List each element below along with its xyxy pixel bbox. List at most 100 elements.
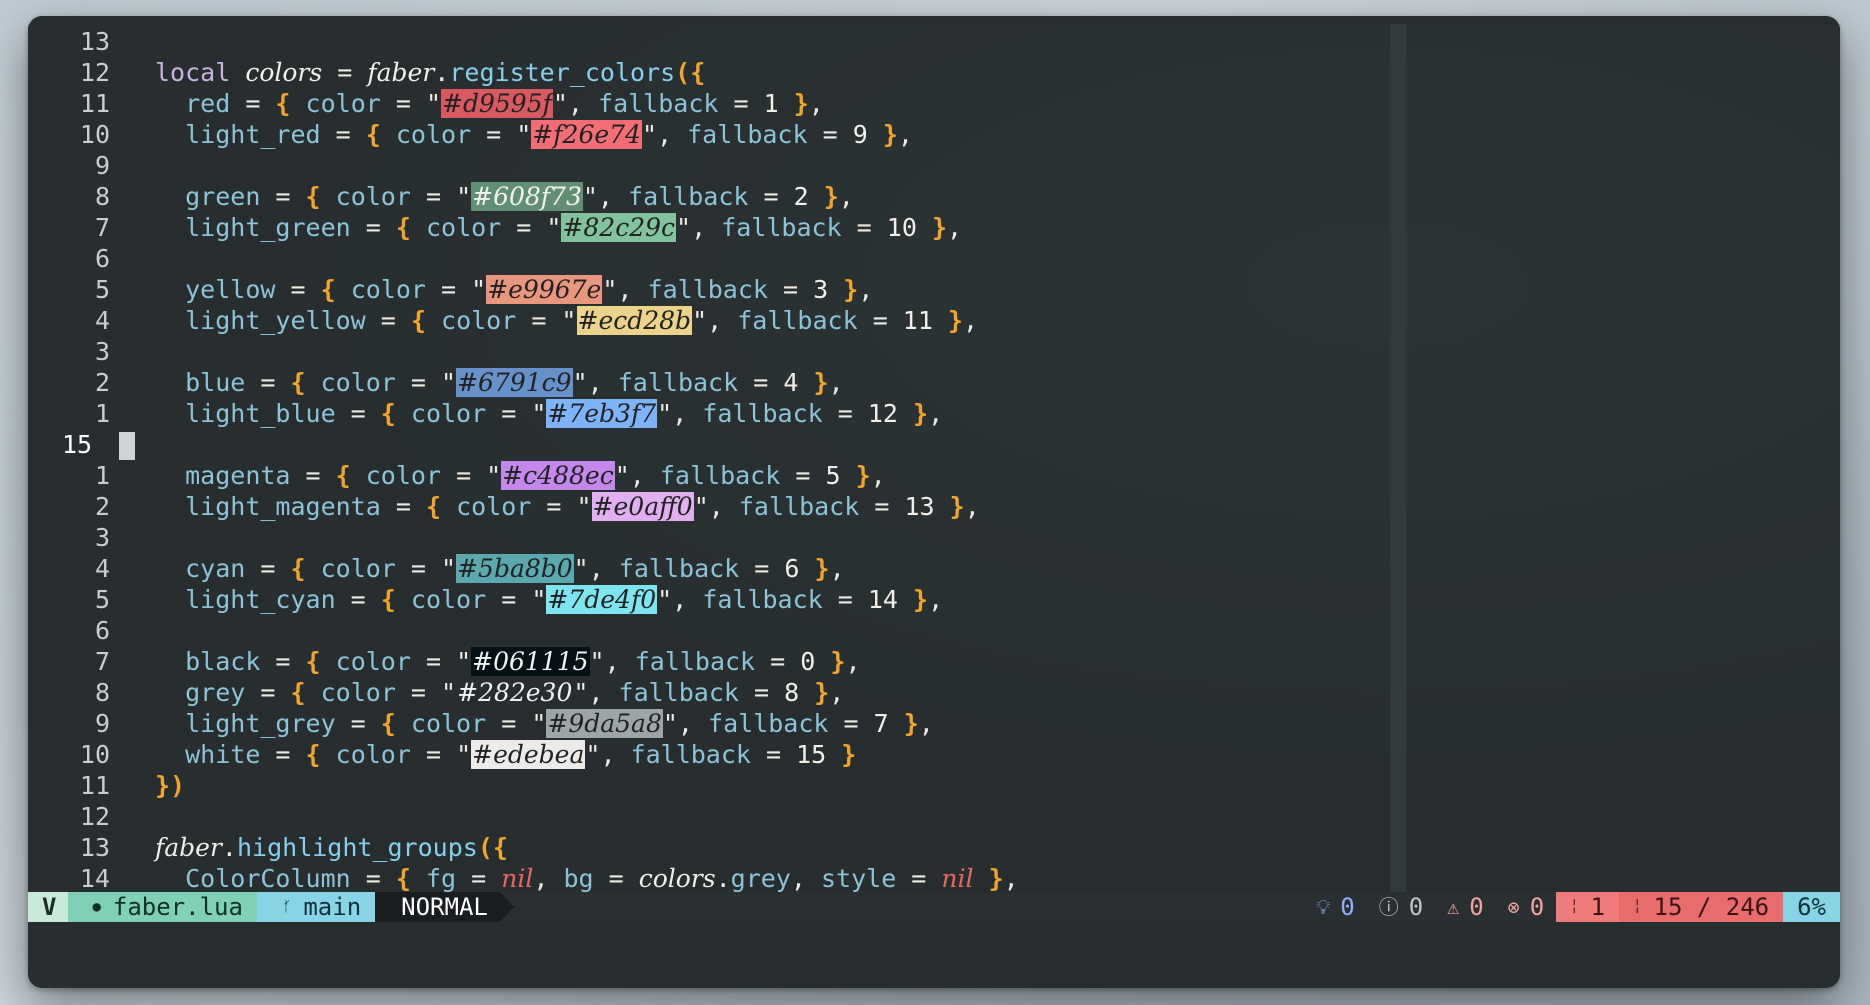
code-line[interactable]: 13 faber.highlight_groups({ — [28, 832, 1388, 863]
code-token: } — [830, 647, 846, 676]
code-token: ", — [614, 461, 660, 490]
code-token: = — [857, 306, 903, 335]
code-token: style — [820, 864, 897, 892]
code-token: fallback — [702, 585, 823, 614]
code-token: = — [750, 740, 797, 769]
code-line[interactable]: 2 light_magenta = { color = "#e0aff0", f… — [28, 491, 1388, 522]
code-token: grey — [185, 678, 246, 707]
code-token: fallback — [708, 709, 829, 738]
code-token: 6 — [784, 554, 800, 583]
code-line[interactable]: 7 light_green = { color = "#82c29c", fal… — [28, 212, 1388, 243]
code-line[interactable]: 10 light_red = { color = "#f26e74", fall… — [28, 119, 1388, 150]
code-token: 15 — [796, 740, 827, 769]
code-line[interactable]: 9 light_grey = { color = "#9da5a8", fall… — [28, 708, 1388, 739]
code-token: { — [380, 709, 396, 738]
code-editor[interactable]: 13 12 local colors = faber.register_colors… — [28, 24, 1840, 892]
code-line[interactable]: 14 ColorColumn = { fg = nil, bg = colors… — [28, 863, 1388, 892]
code-token: } — [855, 461, 871, 490]
code-token: } — [988, 864, 1004, 892]
code-line[interactable]: 9 — [28, 150, 1388, 181]
code-line[interactable]: 4 cyan = { color = "#5ba8b0", fallback =… — [28, 553, 1388, 584]
code-line[interactable]: 6 — [28, 615, 1388, 646]
mode-indicator: V — [28, 892, 69, 922]
code-token: fallback — [630, 740, 751, 769]
code-token: { — [335, 461, 351, 490]
scroll-percent: 6% — [1797, 893, 1826, 921]
code-token: color — [456, 492, 532, 521]
code-token: } — [813, 368, 829, 397]
hint-count: 0 — [1340, 893, 1355, 921]
line-number: 12 — [79, 802, 110, 831]
code-text: light_grey = { color = "#9da5a8", fallba… — [110, 708, 934, 739]
code-token: fallback — [634, 647, 756, 676]
code-line[interactable]: 3 — [28, 336, 1388, 367]
code-line[interactable]: 8 green = { color = "#608f73", fallback … — [28, 181, 1388, 212]
code-line[interactable]: 7 black = { color = "#061115", fallback … — [28, 646, 1388, 677]
code-token: , — [964, 492, 980, 521]
code-token: bg — [563, 864, 594, 892]
code-token: fallback — [737, 306, 858, 335]
line-number: 11 — [79, 771, 110, 800]
code-line[interactable]: 13 — [28, 26, 1388, 57]
code-line[interactable]: 11 red = { color = "#d9595f", fallback =… — [28, 88, 1388, 119]
code-token: light_red — [185, 120, 321, 149]
code-token: = — [335, 585, 381, 614]
code-token: = — [245, 678, 291, 707]
branch-segment[interactable]: ᚶ main — [256, 892, 376, 922]
code-token: = " — [501, 213, 562, 242]
code-token: blue — [185, 368, 246, 397]
line-number: 6 — [94, 244, 110, 273]
current-line[interactable]: 15 — [28, 429, 1388, 460]
diagnostic-warnings[interactable]: ⚠ 0 — [1435, 892, 1496, 922]
code-line[interactable]: 10 white = { color = "#edebea", fallback… — [28, 739, 1388, 770]
code-token: , — [928, 399, 944, 428]
code-line[interactable]: 5 light_cyan = { color = "#7de4f0", fall… — [28, 584, 1388, 615]
code-token: 9 — [852, 120, 868, 149]
code-token: = — [320, 120, 366, 149]
code-line[interactable]: 12 local colors = faber.register_colors({ — [28, 57, 1388, 88]
code-line[interactable]: 1 light_blue = { color = "#7eb3f7", fall… — [28, 398, 1388, 429]
code-text: light_yellow = { color = "#ecd28b", fall… — [110, 305, 978, 336]
code-token: } — [882, 120, 898, 149]
code-text: faber.highlight_groups({ — [110, 832, 508, 863]
code-line[interactable]: 8 grey = { color = "#282e30", fallback =… — [28, 677, 1388, 708]
diagnostic-hints[interactable]: 💡︎ 0 — [1304, 892, 1366, 922]
code-token: = — [335, 399, 381, 428]
code-line[interactable]: 3 — [28, 522, 1388, 553]
diagnostic-info[interactable]: ⓘ 0 — [1367, 892, 1435, 922]
code-token: fallback — [618, 678, 739, 707]
color-swatch: #82c29c — [561, 213, 677, 242]
mode-glyph: V — [42, 893, 57, 921]
file-segment[interactable]: ● faber.lua — [68, 892, 257, 922]
color-swatch: #c488ec — [501, 461, 615, 490]
code-line[interactable]: 2 blue = { color = "#6791c9", fallback =… — [28, 367, 1388, 398]
color-column — [1390, 24, 1406, 892]
line-position: 15 / 246 — [1653, 893, 1770, 921]
code-token: 3 — [813, 275, 829, 304]
code-token: { — [365, 120, 381, 149]
code-line[interactable]: 12 — [28, 801, 1388, 832]
code-line[interactable]: 6 — [28, 243, 1388, 274]
code-line[interactable]: 11}) — [28, 770, 1388, 801]
code-line[interactable]: 4 light_yellow = { color = "#ecd28b", fa… — [28, 305, 1388, 336]
code-token: = " — [410, 182, 472, 211]
code-token: fallback — [598, 89, 719, 118]
code-token: , — [928, 585, 944, 614]
color-swatch: #f26e74 — [531, 120, 642, 149]
code-token: fallback — [617, 368, 739, 397]
diagnostic-errors[interactable]: ⊗ 0 — [1496, 892, 1557, 922]
code-line[interactable]: 1 magenta = { color = "#c488ec", fallbac… — [28, 460, 1388, 491]
terminal-window: 13 12 local colors = faber.register_colors… — [28, 16, 1840, 988]
code-token: magenta — [185, 461, 291, 490]
code-token: ", — [552, 89, 599, 118]
code-line[interactable]: 5 yellow = { color = "#e9967e", fallback… — [28, 274, 1388, 305]
code-token: } — [949, 492, 965, 521]
